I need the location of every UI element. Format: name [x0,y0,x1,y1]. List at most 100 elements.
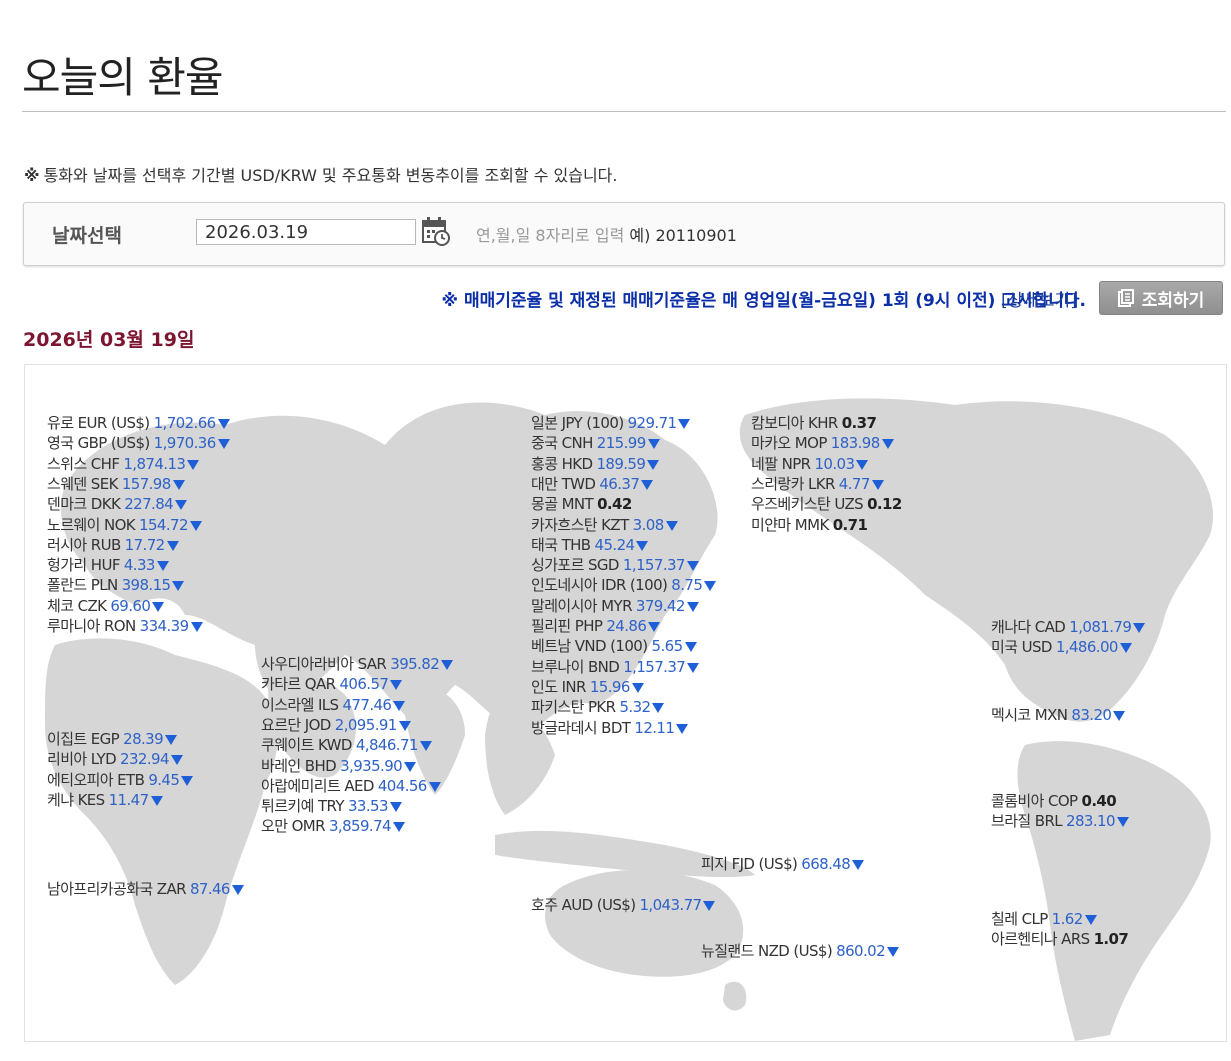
rate-item: 러시아 RUB 17.72 [47,535,179,555]
currency-rate: 1,486.00 [1055,638,1119,657]
currency-name: 미얀마 MMK [751,515,829,534]
rate-item: 뉴질랜드 NZD (US$) 860.02 [701,941,900,961]
map-africa [45,638,278,985]
down-arrow-icon [404,761,417,772]
currency-name: 요르단 JOD [261,715,331,734]
down-arrow-icon [231,885,244,895]
currency-rate: 860.02 [836,942,886,960]
currency-name: 폴란드 PLN [47,576,118,595]
down-arrow-icon [676,723,689,734]
currency-name: 마카오 MOP [751,434,827,453]
currency-rate: 87.46 [189,880,231,898]
down-arrow-icon [687,662,700,673]
currency-rate: 0.37 [841,414,877,432]
currency-rate: 404.56 [377,776,427,795]
rate-item: 홍콩 HKD 189.59 [531,454,660,474]
rate-item: 케냐 KES 11.47 [47,790,163,810]
rate-item: 칠레 CLP 1.62 [991,909,1097,929]
currency-name: 아랍에미리트 AED [261,776,374,795]
rate-item: 카타르 QAR 406.57 [261,674,403,694]
currency-name: 캐나다 CAD [991,618,1066,636]
currency-name: 이집트 EGP [47,730,120,748]
search-button[interactable]: 조회하기 [1099,281,1223,315]
down-arrow-icon [393,700,406,711]
down-arrow-icon [150,795,163,806]
date-hint-text: 연,월,일 8자리로 입력 [476,226,625,245]
down-arrow-icon [1113,711,1126,721]
currency-name: 필리핀 PHP [531,617,603,635]
currency-name: 인도네시아 IDR (100) [531,576,668,595]
currency-rate: 17.72 [124,535,166,554]
currency-rate: 477.46 [342,695,392,714]
rate-item: 콜롬비아 COP 0.40 [991,791,1117,811]
rate-item: 방글라데시 BDT 12.11 [531,718,689,738]
rate-item: 스리랑카 LKR 4.77 [751,474,884,494]
currency-name: 남아프리카공화국 ZAR [47,880,187,898]
down-arrow-icon [887,947,900,957]
rate-item: 브루나이 BND 1,157.37 [531,657,700,677]
currency-name: 아르헨티나 ARS [991,930,1090,949]
rate-item: 바레인 BHD 3,935.90 [261,756,417,776]
calendar-icon[interactable] [422,216,450,246]
rate-item: 피지 FJD (US$) 668.48 [701,854,865,874]
down-arrow-icon [392,822,405,833]
currency-name: 헝가리 HUF [47,556,120,575]
detail-link[interactable]: [상세보기] [1001,286,1077,311]
currency-rate: 395.82 [390,655,440,673]
rate-item: 중국 CNH 215.99 [531,433,660,453]
currency-name: 네팔 NPR [751,454,811,473]
currency-name: 카자흐스탄 KZT [531,515,629,534]
currency-name: 브루나이 BND [531,657,620,676]
currency-rate: 379.42 [635,596,685,615]
currency-rate: 83.20 [1071,706,1112,724]
currency-rate: 154.72 [139,515,188,534]
currency-rate: 4.33 [123,556,156,575]
world-rate-map: 유로 EUR (US$) 1,702.66 영국 GBP (US$) 1,970.36… [24,364,1227,1042]
currency-name: 호주 AUD (US$) [531,896,636,914]
search-button-label: 조회하기 [1141,290,1205,311]
rate-item: 마카오 MOP 183.98 [751,433,894,453]
currency-rate: 1,970.36 [153,434,217,453]
down-arrow-icon [190,622,203,632]
currency-rate: 5.65 [651,637,684,656]
currency-name: 카타르 QAR [261,675,336,694]
currency-rate: 0.40 [1081,792,1117,810]
currency-rate: 189.59 [596,454,646,473]
down-arrow-icon [398,720,411,731]
currency-name: 홍콩 HKD [531,454,593,473]
currency-name: 중국 CNH [531,434,593,453]
currency-name: 스웨덴 SEK [47,474,118,493]
currency-name: 바레인 BHD [261,756,337,775]
currency-rate: 9.45 [148,770,180,789]
down-arrow-icon [187,459,200,470]
currency-rate: 10.03 [814,454,855,473]
rate-item: 사우디아라비아 SAR 395.82 [261,654,454,674]
down-arrow-icon [217,419,230,429]
rate-item: 리비아 LYD 232.94 [47,749,183,769]
down-arrow-icon [631,682,644,693]
down-arrow-icon [441,660,454,670]
currency-rate: 15.96 [589,677,631,696]
currency-name: 에티오피아 ETB [47,770,145,789]
date-input[interactable] [196,219,416,245]
currency-rate: 3,935.90 [340,756,403,775]
down-arrow-icon [704,581,717,592]
down-arrow-icon [665,520,678,531]
currency-name: 뉴질랜드 NZD (US$) [701,942,833,960]
rate-item: 폴란드 PLN 398.15 [47,575,185,595]
currency-name: 덴마크 DKK [47,495,121,514]
notice-mark: ※ [24,166,40,185]
rate-item: 에티오피아 ETB 9.45 [47,770,194,790]
currency-name: 몽골 MNT [531,495,594,514]
currency-rate: 3,859.74 [328,817,392,836]
currency-name: 사우디아라비아 SAR [261,655,387,673]
rate-item: 미얀마 MMK 0.71 [751,515,868,535]
down-arrow-icon [181,775,194,786]
currency-rate: 11.47 [108,790,150,809]
currency-rate: 46.37 [599,474,640,493]
date-select-panel: 날짜선택 연,월,일 8자리로 입력 예) 20110901 [23,202,1225,266]
currency-name: 캄보디아 KHR [751,414,838,432]
notice-text: 통화와 날짜를 선택후 기간별 USD/KRW 및 주요통화 변동추이를 조회할… [43,166,618,185]
down-arrow-icon [652,703,665,714]
currency-name: 우즈베키스탄 UZS [751,495,864,514]
